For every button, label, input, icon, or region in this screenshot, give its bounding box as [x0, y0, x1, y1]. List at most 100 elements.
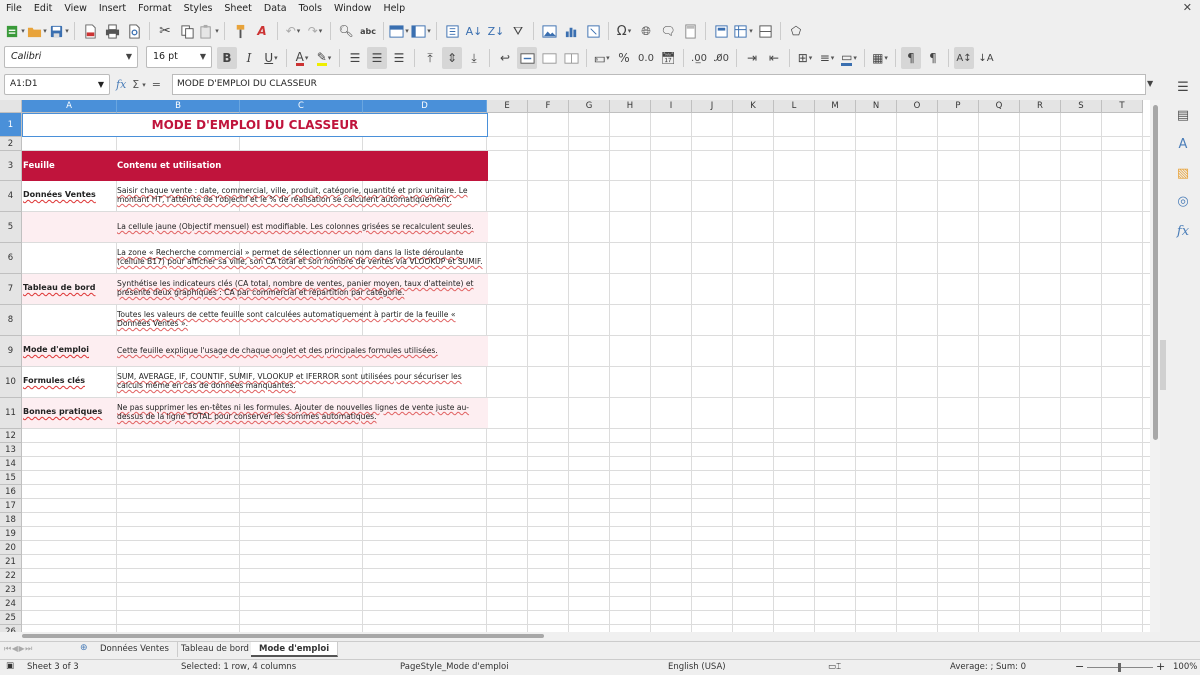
row-header-25[interactable]: 25: [0, 611, 22, 625]
tab-tableau-de-bord[interactable]: Tableau de bord: [173, 642, 258, 657]
menu-insert[interactable]: Insert: [93, 0, 132, 17]
column-header-c[interactable]: C: [240, 100, 363, 113]
properties-icon[interactable]: ▤: [1174, 106, 1192, 124]
highlight-color-button[interactable]: ✎ ▾: [314, 47, 334, 69]
function-wizard-icon[interactable]: fx: [116, 78, 126, 91]
align-top-button[interactable]: ⤒: [420, 47, 440, 69]
cut-button[interactable]: ✂: [155, 20, 175, 42]
menu-file[interactable]: File: [0, 0, 28, 17]
status-aggregate[interactable]: Average: ; Sum: 0: [950, 662, 1026, 672]
row-header-16[interactable]: 16: [0, 485, 22, 499]
column-header-q[interactable]: Q: [979, 100, 1020, 113]
column-header-r[interactable]: R: [1020, 100, 1061, 113]
column-header-j[interactable]: J: [692, 100, 733, 113]
chevron-down-icon[interactable]: ▼: [98, 80, 104, 89]
column-header-o[interactable]: O: [897, 100, 938, 113]
text-vertical-button[interactable]: ↓A: [976, 47, 996, 69]
row-header-14[interactable]: 14: [0, 457, 22, 471]
wrap-text-button[interactable]: ↩: [495, 47, 515, 69]
comment-button[interactable]: 🗨︎: [658, 20, 678, 42]
chevron-down-icon[interactable]: ▼: [126, 52, 132, 61]
insert-image-button[interactable]: [539, 20, 559, 42]
zoom-level[interactable]: 100%: [1173, 662, 1197, 672]
row-header-5[interactable]: 5: [0, 212, 22, 243]
column-header-g[interactable]: G: [569, 100, 610, 113]
italic-button[interactable]: I: [239, 47, 259, 69]
row-header-3[interactable]: 3: [0, 151, 22, 181]
column-header-s[interactable]: S: [1061, 100, 1102, 113]
header-footer-button[interactable]: [680, 20, 700, 42]
table-row[interactable]: Données Ventes Saisir chaque vente : date…: [22, 181, 488, 211]
table-row[interactable]: La cellule jaune (Objectif mensuel) est …: [22, 212, 488, 242]
zoom-out-icon[interactable]: −: [1075, 660, 1084, 673]
table-row[interactable]: Bonnes pratiques Ne pas supprimer les en-…: [22, 398, 488, 428]
menu-format[interactable]: Format: [132, 0, 177, 17]
align-bottom-button[interactable]: ⤓: [464, 47, 484, 69]
split-window-button[interactable]: [755, 20, 775, 42]
clear-formatting-button[interactable]: A: [252, 20, 272, 42]
percent-format-button[interactable]: %: [614, 47, 634, 69]
row-header-26[interactable]: 26: [0, 625, 22, 632]
menu-styles[interactable]: Styles: [178, 0, 219, 17]
row-header-19[interactable]: 19: [0, 527, 22, 541]
pivot-table-button[interactable]: [583, 20, 603, 42]
save-button[interactable]: ▾: [49, 20, 69, 42]
horizontal-scroll-thumb[interactable]: [22, 634, 544, 638]
rtl-button[interactable]: ¶: [923, 47, 943, 69]
column-header-b[interactable]: B: [117, 100, 240, 113]
menu-data[interactable]: Data: [258, 0, 293, 17]
chevron-down-icon[interactable]: ▼: [200, 52, 206, 61]
row-header-11[interactable]: 11: [0, 398, 22, 429]
align-left-button[interactable]: ☰: [345, 47, 365, 69]
selection-mode-icon[interactable]: ▭⌶: [828, 662, 841, 672]
menu-window[interactable]: Window: [328, 0, 377, 17]
row-header-9[interactable]: 9: [0, 336, 22, 367]
autofilter-button[interactable]: ⛛: [508, 20, 528, 42]
navigator-icon[interactable]: ◎: [1174, 192, 1192, 210]
row-header-13[interactable]: 13: [0, 443, 22, 457]
date-format-button[interactable]: 📅︎: [658, 47, 678, 69]
document-modified-icon[interactable]: ▣: [6, 661, 14, 671]
column-header-l[interactable]: L: [774, 100, 815, 113]
table-row[interactable]: Mode d'emploi Cette feuille explique l'us…: [22, 336, 488, 366]
chevron-down-icon[interactable]: ▾: [142, 81, 146, 89]
add-decimal-button[interactable]: .0̲0: [689, 47, 709, 69]
unmerge-cells-button[interactable]: [561, 47, 581, 69]
column-header-n[interactable]: N: [856, 100, 897, 113]
font-name-combo[interactable]: Calibri ▼: [4, 46, 138, 68]
currency-format-button[interactable]: 💵︎ ▾: [592, 47, 612, 69]
find-replace-button[interactable]: 🔍︎: [336, 20, 356, 42]
sum-icon[interactable]: Σ: [132, 78, 139, 91]
export-pdf-button[interactable]: [80, 20, 100, 42]
column-header-a[interactable]: A: [22, 100, 117, 113]
vertical-scroll-thumb[interactable]: [1153, 105, 1158, 440]
conditional-format-button[interactable]: ▦ ▾: [870, 47, 890, 69]
row-header-24[interactable]: 24: [0, 597, 22, 611]
print-button[interactable]: [102, 20, 122, 42]
hyperlink-button[interactable]: 🌐︎: [636, 20, 656, 42]
sort-ascending-button[interactable]: A↓: [464, 20, 484, 42]
column-header-f[interactable]: F: [528, 100, 569, 113]
spelling-button[interactable]: abc: [358, 20, 378, 42]
number-format-button[interactable]: 0.0: [636, 47, 656, 69]
row-header-15[interactable]: 15: [0, 471, 22, 485]
column-header-d[interactable]: D: [363, 100, 487, 113]
sidebar-menu-icon[interactable]: ☰: [1174, 78, 1192, 96]
column-header-i[interactable]: I: [651, 100, 692, 113]
font-size-combo[interactable]: 16 pt ▼: [146, 46, 212, 68]
redo-button[interactable]: ↷ ▾: [305, 20, 325, 42]
table-row[interactable]: Toutes les valeurs de cette feuille sont…: [22, 305, 488, 335]
row-header-2[interactable]: 2: [0, 137, 22, 151]
bold-button[interactable]: B: [217, 47, 237, 69]
tab-donnees-ventes[interactable]: Données Ventes: [92, 642, 178, 657]
name-box[interactable]: A1:D1 ▼: [4, 74, 110, 95]
column-header-k[interactable]: K: [733, 100, 774, 113]
print-preview-button[interactable]: [124, 20, 144, 42]
menu-help[interactable]: Help: [377, 0, 411, 17]
column-button[interactable]: ▾: [411, 20, 431, 42]
row-header-6[interactable]: 6: [0, 243, 22, 274]
border-color-button[interactable]: ▭ ▾: [839, 47, 859, 69]
row-header-18[interactable]: 18: [0, 513, 22, 527]
ltr-button[interactable]: ¶: [901, 47, 921, 69]
table-row[interactable]: La zone « Recherche commercial » permet …: [22, 243, 488, 273]
